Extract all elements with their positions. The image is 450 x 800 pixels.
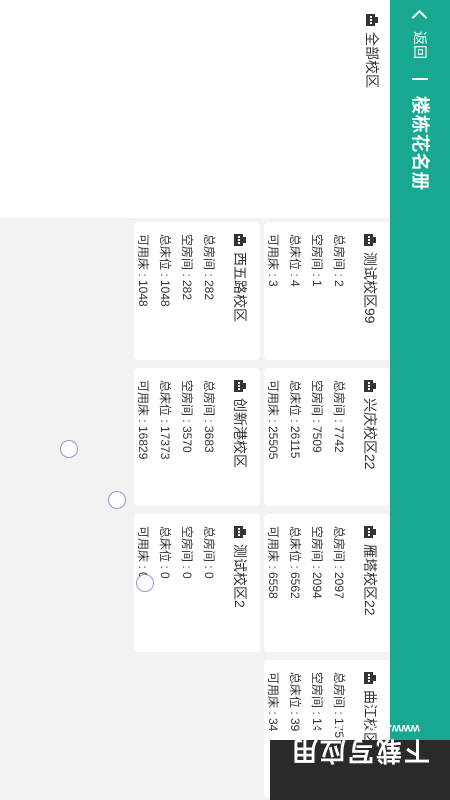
empty-rooms: 空房间 : 282 bbox=[180, 234, 194, 301]
campus-filter-label: 全部校区 bbox=[364, 32, 380, 88]
campus-card[interactable]: 西五路校区 总房间 : 282 空房间 : 282 总床位 : 1048 可用床… bbox=[134, 222, 260, 360]
empty-rooms: 空房间 : 0 bbox=[180, 526, 194, 579]
available-beds: 可用床 : 1048 bbox=[136, 234, 150, 307]
total-beds: 总床位 : 26115 bbox=[288, 380, 302, 459]
back-label: 返回 bbox=[412, 31, 428, 59]
campus-card[interactable]: 测试校区99 总房间 : 2 空房间 : 1 总床位 : 4 可用床 : 3 bbox=[264, 222, 390, 360]
campus-name: 兴庆校区22 bbox=[362, 398, 378, 470]
total-rooms: 总房间 : 2097 bbox=[332, 526, 346, 599]
watermark-title: 下载写应用 bbox=[290, 736, 431, 766]
total-rooms: 总房间 : 7742 bbox=[332, 380, 346, 453]
touch-indicator bbox=[136, 574, 154, 592]
total-beds: 总床位 : 0 bbox=[158, 526, 172, 579]
building-icon bbox=[234, 526, 246, 538]
available-beds: 可用床 : 16829 bbox=[136, 380, 150, 460]
page-title: 楼栋花名册 bbox=[410, 96, 430, 191]
building-icon bbox=[364, 672, 376, 684]
total-beds: 总床位 : 4 bbox=[288, 234, 302, 287]
empty-rooms: 空房间 : 3570 bbox=[180, 380, 194, 453]
building-icon bbox=[364, 526, 376, 538]
total-rooms: 总房间 : 0 bbox=[202, 526, 216, 579]
touch-indicator bbox=[60, 440, 78, 458]
total-beds: 总床位 : 17373 bbox=[158, 380, 172, 460]
watermark-logo: 下载写应用 www.xiazaiiniao.com bbox=[276, 716, 444, 766]
total-beds: 总床位 : 6562 bbox=[288, 526, 302, 599]
campus-card[interactable]: 创新港校区 总房间 : 3683 空房间 : 3570 总床位 : 17373 … bbox=[134, 368, 260, 506]
total-beds: 总床位 : 1048 bbox=[158, 234, 172, 307]
total-rooms: 总房间 : 3683 bbox=[202, 380, 216, 453]
campus-filter-panel: 全部校区 bbox=[0, 0, 390, 218]
title-divider bbox=[412, 78, 428, 80]
building-icon bbox=[364, 234, 376, 246]
campus-name: 测试校区2 bbox=[232, 544, 248, 608]
campus-card[interactable]: 雁塔校区22 总房间 : 2097 空房间 : 2094 总床位 : 6562 … bbox=[264, 514, 390, 652]
touch-indicator bbox=[108, 491, 126, 509]
empty-rooms: 空房间 : 7509 bbox=[310, 380, 324, 453]
campus-name: 创新港校区 bbox=[232, 398, 248, 468]
building-icon bbox=[234, 234, 246, 246]
campus-name: 测试校区99 bbox=[362, 252, 378, 324]
empty-rooms: 空房间 : 2094 bbox=[310, 526, 324, 599]
app-root: 返回 楼栋花名册 全部校区 测试校区99 总房间 : 2 空房间 : 1 总床位… bbox=[0, 0, 450, 800]
campus-name: 西五路校区 bbox=[232, 252, 248, 322]
building-icon bbox=[366, 14, 378, 26]
building-icon bbox=[364, 380, 376, 392]
available-beds: 可用床 : 3 bbox=[266, 234, 280, 287]
total-rooms: 总房间 : 2 bbox=[332, 234, 346, 287]
total-rooms: 总房间 : 282 bbox=[202, 234, 216, 301]
watermark-url: www.xiazaiiniao.com bbox=[300, 722, 420, 736]
campus-card[interactable]: 兴庆校区22 总房间 : 7742 空房间 : 7509 总床位 : 26115… bbox=[264, 368, 390, 506]
empty-rooms: 空房间 : 1 bbox=[310, 234, 324, 287]
building-icon bbox=[234, 380, 246, 392]
back-button[interactable]: 返回 bbox=[390, 9, 450, 59]
available-beds: 可用床 : 6558 bbox=[266, 526, 280, 599]
chevron-left-icon bbox=[412, 9, 428, 26]
top-bar: 返回 楼栋花名册 bbox=[390, 0, 450, 800]
campus-filter-all[interactable]: 全部校区 bbox=[362, 14, 382, 88]
campus-name: 雁塔校区22 bbox=[362, 544, 378, 616]
available-beds: 可用床 : 25505 bbox=[266, 380, 280, 460]
